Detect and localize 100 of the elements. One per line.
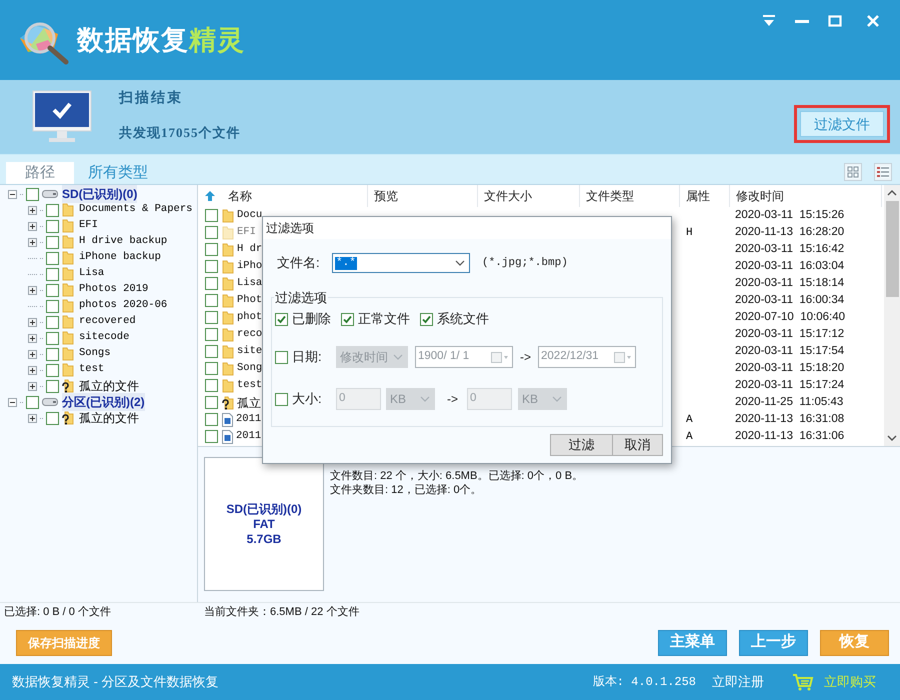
tab[interactable]: 路径 (6, 162, 74, 184)
column-header[interactable]: 修改时间 (730, 185, 882, 207)
folder-icon (62, 251, 74, 265)
tree-item-label[interactable]: EFI (79, 218, 98, 234)
drive-name: SD(已识别)(0) (226, 502, 302, 516)
close-icon[interactable] (866, 14, 880, 28)
scrollbar-thumb[interactable] (886, 201, 898, 297)
folder-question-icon (62, 411, 74, 425)
tree-item-label[interactable]: Lisa (79, 266, 104, 282)
tree-item-label[interactable]: iPhone backup (79, 250, 161, 266)
checkbox[interactable] (46, 412, 59, 424)
tree-item-label[interactable]: photos 2020-06 (79, 298, 168, 314)
checkbox[interactable] (275, 350, 288, 364)
checkbox[interactable] (205, 345, 218, 358)
expand-toggle[interactable] (28, 350, 37, 358)
checkbox[interactable] (205, 294, 218, 307)
checkbox[interactable] (205, 328, 218, 341)
list-view-icon[interactable] (874, 163, 892, 181)
collapse-toggle[interactable] (8, 190, 17, 198)
expand-toggle[interactable] (28, 414, 37, 422)
tree-item-label[interactable]: Photos 2019 (79, 282, 148, 298)
tree-item-label[interactable]: test (79, 362, 104, 378)
dialog-button[interactable]: 取消 (612, 434, 663, 456)
scroll-up-icon[interactable] (887, 189, 897, 197)
checkbox[interactable] (205, 260, 218, 273)
scroll-down-icon[interactable] (887, 434, 897, 442)
tree-item-label[interactable]: Songs (79, 346, 111, 362)
cart-icon[interactable] (792, 673, 814, 691)
tree-item-label[interactable]: H drive backup (79, 234, 168, 250)
checkbox[interactable] (46, 300, 59, 312)
checkbox[interactable] (341, 312, 354, 326)
checkbox[interactable] (46, 220, 59, 232)
expand-toggle[interactable] (28, 286, 37, 294)
dropdown-caret-icon (552, 396, 562, 402)
folder-question-icon (222, 396, 234, 410)
expand-toggle[interactable] (28, 382, 37, 390)
checkbox[interactable] (205, 413, 218, 426)
checkbox[interactable] (46, 364, 59, 376)
checkbox[interactable] (205, 379, 218, 392)
column-header[interactable]: 文件大小 (478, 185, 580, 207)
menu-icon[interactable] (762, 14, 776, 28)
tree-item-label[interactable]: 分区(已识别)(2) (62, 393, 145, 411)
checkbox[interactable] (26, 188, 39, 200)
checkbox[interactable] (205, 226, 218, 239)
image-file-icon (222, 412, 233, 426)
folder-icon (222, 310, 234, 324)
tree-item-label[interactable]: 孤立的文件 (79, 409, 139, 427)
folder-icon (222, 276, 234, 290)
app-title: 数据恢复 (77, 24, 189, 57)
expand-toggle[interactable] (28, 318, 37, 326)
checkbox[interactable] (46, 252, 59, 264)
checkbox[interactable] (205, 311, 218, 324)
checkbox[interactable] (205, 396, 218, 409)
checkbox[interactable] (46, 332, 59, 344)
checkbox[interactable] (46, 316, 59, 328)
checkbox[interactable] (205, 277, 218, 290)
checkbox[interactable] (46, 348, 59, 360)
checkbox[interactable] (46, 380, 59, 392)
folder-icon (62, 315, 74, 329)
checkbox[interactable] (46, 204, 59, 216)
checkbox[interactable] (46, 268, 59, 280)
folder-icon (222, 328, 234, 342)
expand-toggle[interactable] (28, 366, 37, 374)
tree-item-label[interactable]: 孤立的文件 (79, 377, 139, 395)
column-header[interactable]: 属性 (680, 185, 730, 207)
checkbox[interactable] (26, 396, 39, 408)
checkbox[interactable] (46, 236, 59, 248)
checkbox[interactable] (275, 312, 288, 326)
file-name: EFI (237, 224, 256, 240)
modified-time-cell: 2020-03-11 15:17:24 (735, 378, 844, 391)
expand-toggle[interactable] (28, 222, 37, 230)
checkbox[interactable] (205, 430, 218, 443)
column-header[interactable]: 预览 (368, 185, 478, 207)
dialog-button[interactable]: 过滤 (550, 434, 613, 456)
file-name: 孤立 (237, 394, 261, 412)
maximize-icon[interactable] (828, 14, 842, 28)
tree-item-label[interactable]: recovered (79, 314, 136, 330)
checkbox[interactable] (420, 312, 433, 326)
filename-combo[interactable]: *.* (332, 253, 470, 273)
file-name: 2011 (236, 428, 262, 444)
checkbox[interactable] (46, 284, 59, 296)
checkbox[interactable] (205, 362, 218, 375)
tree-item-label[interactable]: Documents & Papers (79, 202, 192, 218)
tree-item-label[interactable]: SD(已识别)(0) (62, 185, 138, 203)
checkbox[interactable] (205, 243, 218, 256)
file-system: FAT (253, 516, 275, 532)
column-header[interactable]: 名称 (222, 185, 368, 207)
file-name: Phot (237, 292, 262, 308)
expand-toggle[interactable] (28, 206, 37, 214)
checkbox[interactable] (205, 209, 218, 222)
tree-item-label[interactable]: sitecode (79, 330, 130, 346)
collapse-toggle[interactable] (8, 398, 17, 406)
expand-toggle[interactable] (28, 334, 37, 342)
up-arrow-icon[interactable] (204, 190, 216, 202)
column-header[interactable]: 文件类型 (580, 185, 680, 207)
modified-time-cell: 2020-03-11 15:15:26 (735, 208, 844, 221)
expand-toggle[interactable] (28, 238, 37, 246)
checkbox[interactable] (275, 392, 288, 406)
grid-view-icon[interactable] (844, 163, 862, 181)
folder-icon (62, 267, 74, 281)
